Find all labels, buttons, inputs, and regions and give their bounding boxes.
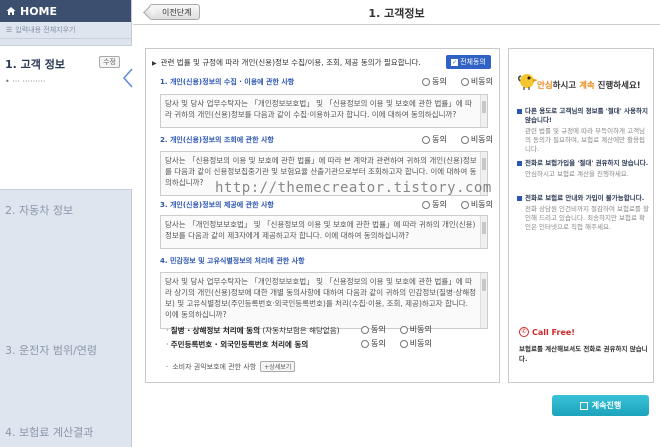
scrollbar[interactable]	[480, 216, 487, 248]
list-icon: ☰	[6, 26, 13, 34]
section4-text-box[interactable]: 당사 및 당사 업무수탁자는 「개인정보보호법」 및 「신용정보의 이용 및 보…	[160, 272, 488, 329]
edit-badge[interactable]: 수정	[99, 56, 120, 68]
home-link[interactable]: HOME	[0, 0, 131, 22]
heading-text-1: 하시고	[552, 81, 580, 91]
sub-item-id-radios: 동의 비동의	[361, 338, 432, 349]
section4-text: 당사 및 당사 업무수탁자는 「개인정보보호법」 및 「신용정보의 이용 및 보…	[165, 277, 476, 319]
section1-radios: 동의 비동의	[422, 76, 493, 87]
home-label: HOME	[20, 4, 58, 18]
info-block-2: 전화로 보험가입을 '절대' 권유하지 않습니다. 안심하시고 보험료 계산을 …	[517, 159, 651, 179]
info-block-3-text: 전화 상담원 인건비까지 절감하여 보험료를 할인해 드리고 있습니다. 죄송하…	[525, 205, 649, 231]
section1-text: 당사 및 당사 업무수탁자는 「개인정보보호법」 및 「신용정보의 이용 및 보…	[165, 99, 473, 119]
agree-label: 동의	[371, 325, 386, 334]
check-icon: ✓	[451, 58, 459, 66]
sub-item-health-radios: 동의 비동의	[361, 324, 432, 335]
heading-highlight-1: 안심	[537, 81, 553, 91]
agree-label: 동의	[432, 200, 447, 209]
consent-intro: 관련 법률 및 규정에 따라 개인(신용)정보 수집/이용, 조회, 제공 동의…	[152, 57, 421, 68]
id-agree-radio[interactable]: 동의	[361, 338, 386, 349]
no-call-icon: ✆	[519, 327, 529, 337]
agree-label: 동의	[432, 77, 447, 86]
info-block-2-text: 안심하시고 보험료 계산을 진행하세요.	[525, 170, 629, 178]
health-disagree-radio[interactable]: 비동의	[399, 324, 432, 335]
section1-text-box[interactable]: 당사 및 당사 업무수탁자는 「개인정보보호법」 및 「신용정보의 이용 및 보…	[160, 94, 488, 128]
scrollbar[interactable]	[480, 95, 487, 127]
top-bar: 이전단계 1. 고객정보	[133, 0, 660, 25]
id-disagree-radio[interactable]: 비동의	[399, 338, 432, 349]
agree-label: 동의	[371, 339, 386, 348]
section3-agree-radio[interactable]: 동의	[422, 199, 447, 210]
info-block-1: 다른 용도로 고객님의 정보를 '절대' 사용하지 않습니다! 관련 법률 및 …	[517, 107, 651, 154]
page-title: 1. 고객정보	[368, 7, 425, 20]
section4-title: 4. 민감정보 및 고유식별정보의 처리에 관한 사항	[160, 257, 305, 265]
sub-item-id-label: 주민등록번호 · 외국인등록번호 처리에 동의	[170, 340, 309, 349]
active-step-arrow-icon	[122, 68, 133, 88]
sub-item-health-label: 질병 · 상해정보 처리에 동의	[170, 326, 260, 335]
info-panel: 안심하시고 계속 진행하세요! 다른 용도로 고객님의 정보를 '절대' 사용하…	[508, 48, 654, 383]
agree-all-label: 전체동의	[460, 58, 486, 66]
left-sidebar: HOME ☰ 입력내용 전체지우기 1. 고객 정보 수정 • ··· ····…	[0, 0, 133, 447]
section2-radios: 동의 비동의	[422, 134, 493, 145]
consumer-protection-row: · 소비자 권익보호에 관한 사항 +상세보기	[166, 361, 296, 372]
bird-mascot-icon	[517, 74, 538, 90]
section3-text-box[interactable]: 당사는 「개인정보보호법」 및 「신용정보의 이용 및 보호에 관한 법률」에 …	[160, 215, 488, 249]
section2-title: 2. 개인(신용)정보의 조회에 관한 사항	[160, 136, 274, 144]
info-heading: 안심하시고 계속 진행하세요!	[537, 79, 641, 91]
disagree-label: 비동의	[470, 135, 493, 144]
consent-panel: 관련 법률 및 규정에 따라 개인(신용)정보 수집/이용, 조회, 제공 동의…	[145, 48, 500, 383]
agree-label: 동의	[432, 135, 447, 144]
heading-text-2: 진행하세요!	[594, 81, 641, 91]
sub-item-health: · 질병 · 상해정보 처리에 동의 (자동차보험은 해당없음)	[166, 326, 340, 335]
watermark-text: http://themecreator.tistory.com	[215, 180, 492, 196]
call-free-description: 보험료를 계산해보셔도 전화로 권유하지 않습니다.	[519, 345, 648, 363]
step-driver-range[interactable]: 3. 운전자 범위/연령	[0, 342, 132, 358]
calculator-icon	[579, 401, 588, 410]
disagree-label: 비동의	[470, 200, 493, 209]
sub-item-health-note: (자동차보험은 해당없음)	[262, 326, 340, 335]
disagree-label: 비동의	[470, 77, 493, 86]
section1-title: 1. 개인(신용)정보의 수집 · 이용에 관한 사항	[160, 78, 295, 86]
section3-disagree-radio[interactable]: 비동의	[460, 199, 493, 210]
disagree-label: 비동의	[409, 325, 432, 334]
health-agree-radio[interactable]: 동의	[361, 324, 386, 335]
heading-highlight-2: 계속	[579, 81, 595, 91]
continue-label: 계속진행	[591, 401, 622, 410]
reset-label: 입력내용 전체지우기	[15, 26, 76, 34]
reset-all-button[interactable]: ☰ 입력내용 전체지우기	[0, 22, 131, 39]
section3-radios: 동의 비동의	[422, 199, 493, 210]
consumer-protection-label: 소비자 권익보호에 관한 사항	[172, 362, 257, 371]
info-block-1-title: 다른 용도로 고객님의 정보를 '절대' 사용하지 않습니다!	[517, 107, 651, 125]
section2-disagree-radio[interactable]: 비동의	[460, 134, 493, 145]
call-free-text: Call Free!	[532, 327, 575, 337]
call-free-label: ✆ Call Free!	[519, 327, 575, 337]
agree-all-button[interactable]: ✓ 전체동의	[446, 55, 491, 69]
step-customer-info[interactable]: 1. 고객 정보 수정 • ··· ·········	[0, 45, 132, 190]
info-block-1-text: 관련 법률 및 규정에 따라 부득이하게 고객님의 동의가 필요하며, 보험료 …	[525, 127, 646, 153]
step-premium-result[interactable]: 4. 보험료 계산결과	[0, 424, 132, 440]
step-car-info[interactable]: 2. 자동차 정보	[0, 202, 132, 218]
section3-text: 당사는 「개인정보보호법」 및 「신용정보의 이용 및 보호에 관한 법률」에 …	[165, 220, 476, 240]
info-block-3-title: 전화로 보험료 안내와 가입이 불가능합니다.	[517, 194, 651, 203]
section2-agree-radio[interactable]: 동의	[422, 134, 447, 145]
disagree-label: 비동의	[409, 339, 432, 348]
continue-button[interactable]: 계속진행	[552, 395, 649, 416]
info-block-2-title: 전화로 보험가입을 '절대' 권유하지 않습니다.	[517, 159, 651, 168]
scrollbar[interactable]	[480, 273, 487, 328]
info-block-3: 전화로 보험료 안내와 가입이 불가능합니다. 전화 상담원 인건비까지 절감하…	[517, 194, 651, 232]
step1-label: 1. 고객 정보	[5, 58, 65, 71]
view-detail-button[interactable]: +상세보기	[260, 361, 296, 372]
step1-summary: • ··· ·········	[5, 77, 46, 86]
section3-title: 3. 개인(신용)정보의 제공에 관한 사항	[160, 201, 274, 209]
section1-disagree-radio[interactable]: 비동의	[460, 76, 493, 87]
section1-agree-radio[interactable]: 동의	[422, 76, 447, 87]
home-icon	[6, 7, 16, 15]
sub-item-id: · 주민등록번호 · 외국인등록번호 처리에 동의	[166, 340, 309, 349]
